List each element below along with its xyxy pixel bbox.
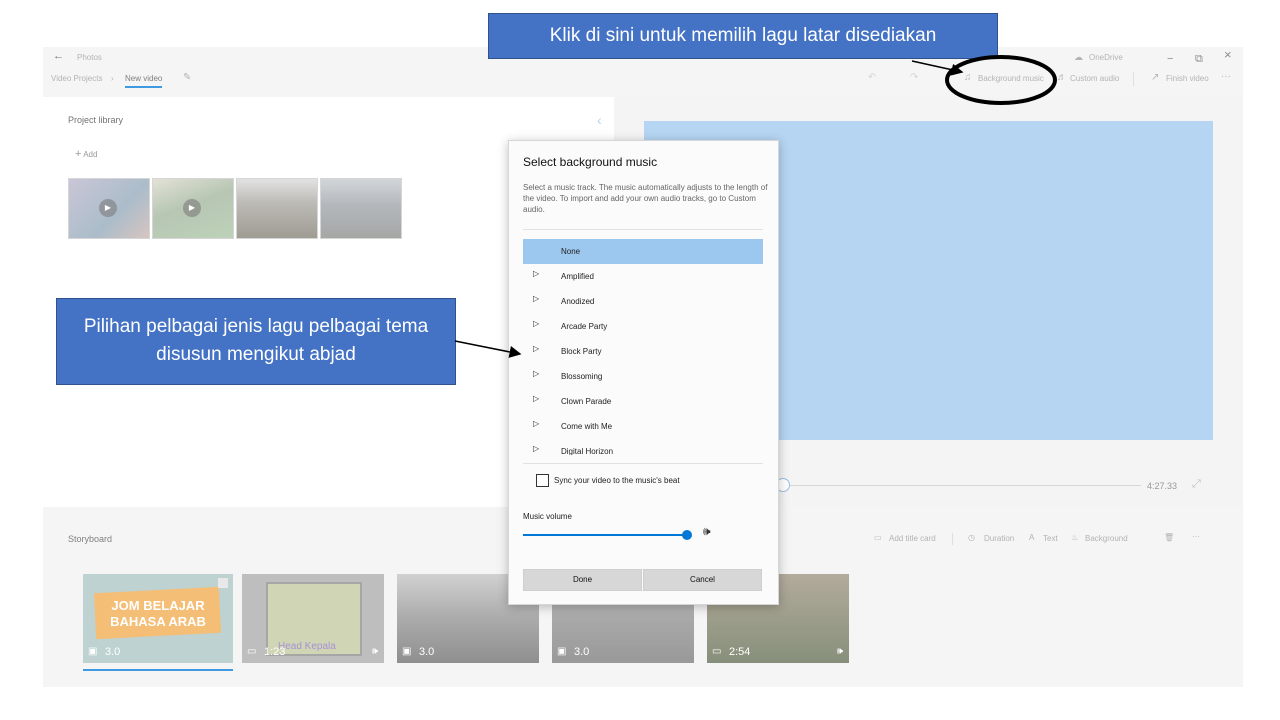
- arrow-to-track-list: [454, 340, 522, 358]
- highlight-ellipse: [945, 55, 1057, 105]
- annotation-layer: [454, 55, 1057, 358]
